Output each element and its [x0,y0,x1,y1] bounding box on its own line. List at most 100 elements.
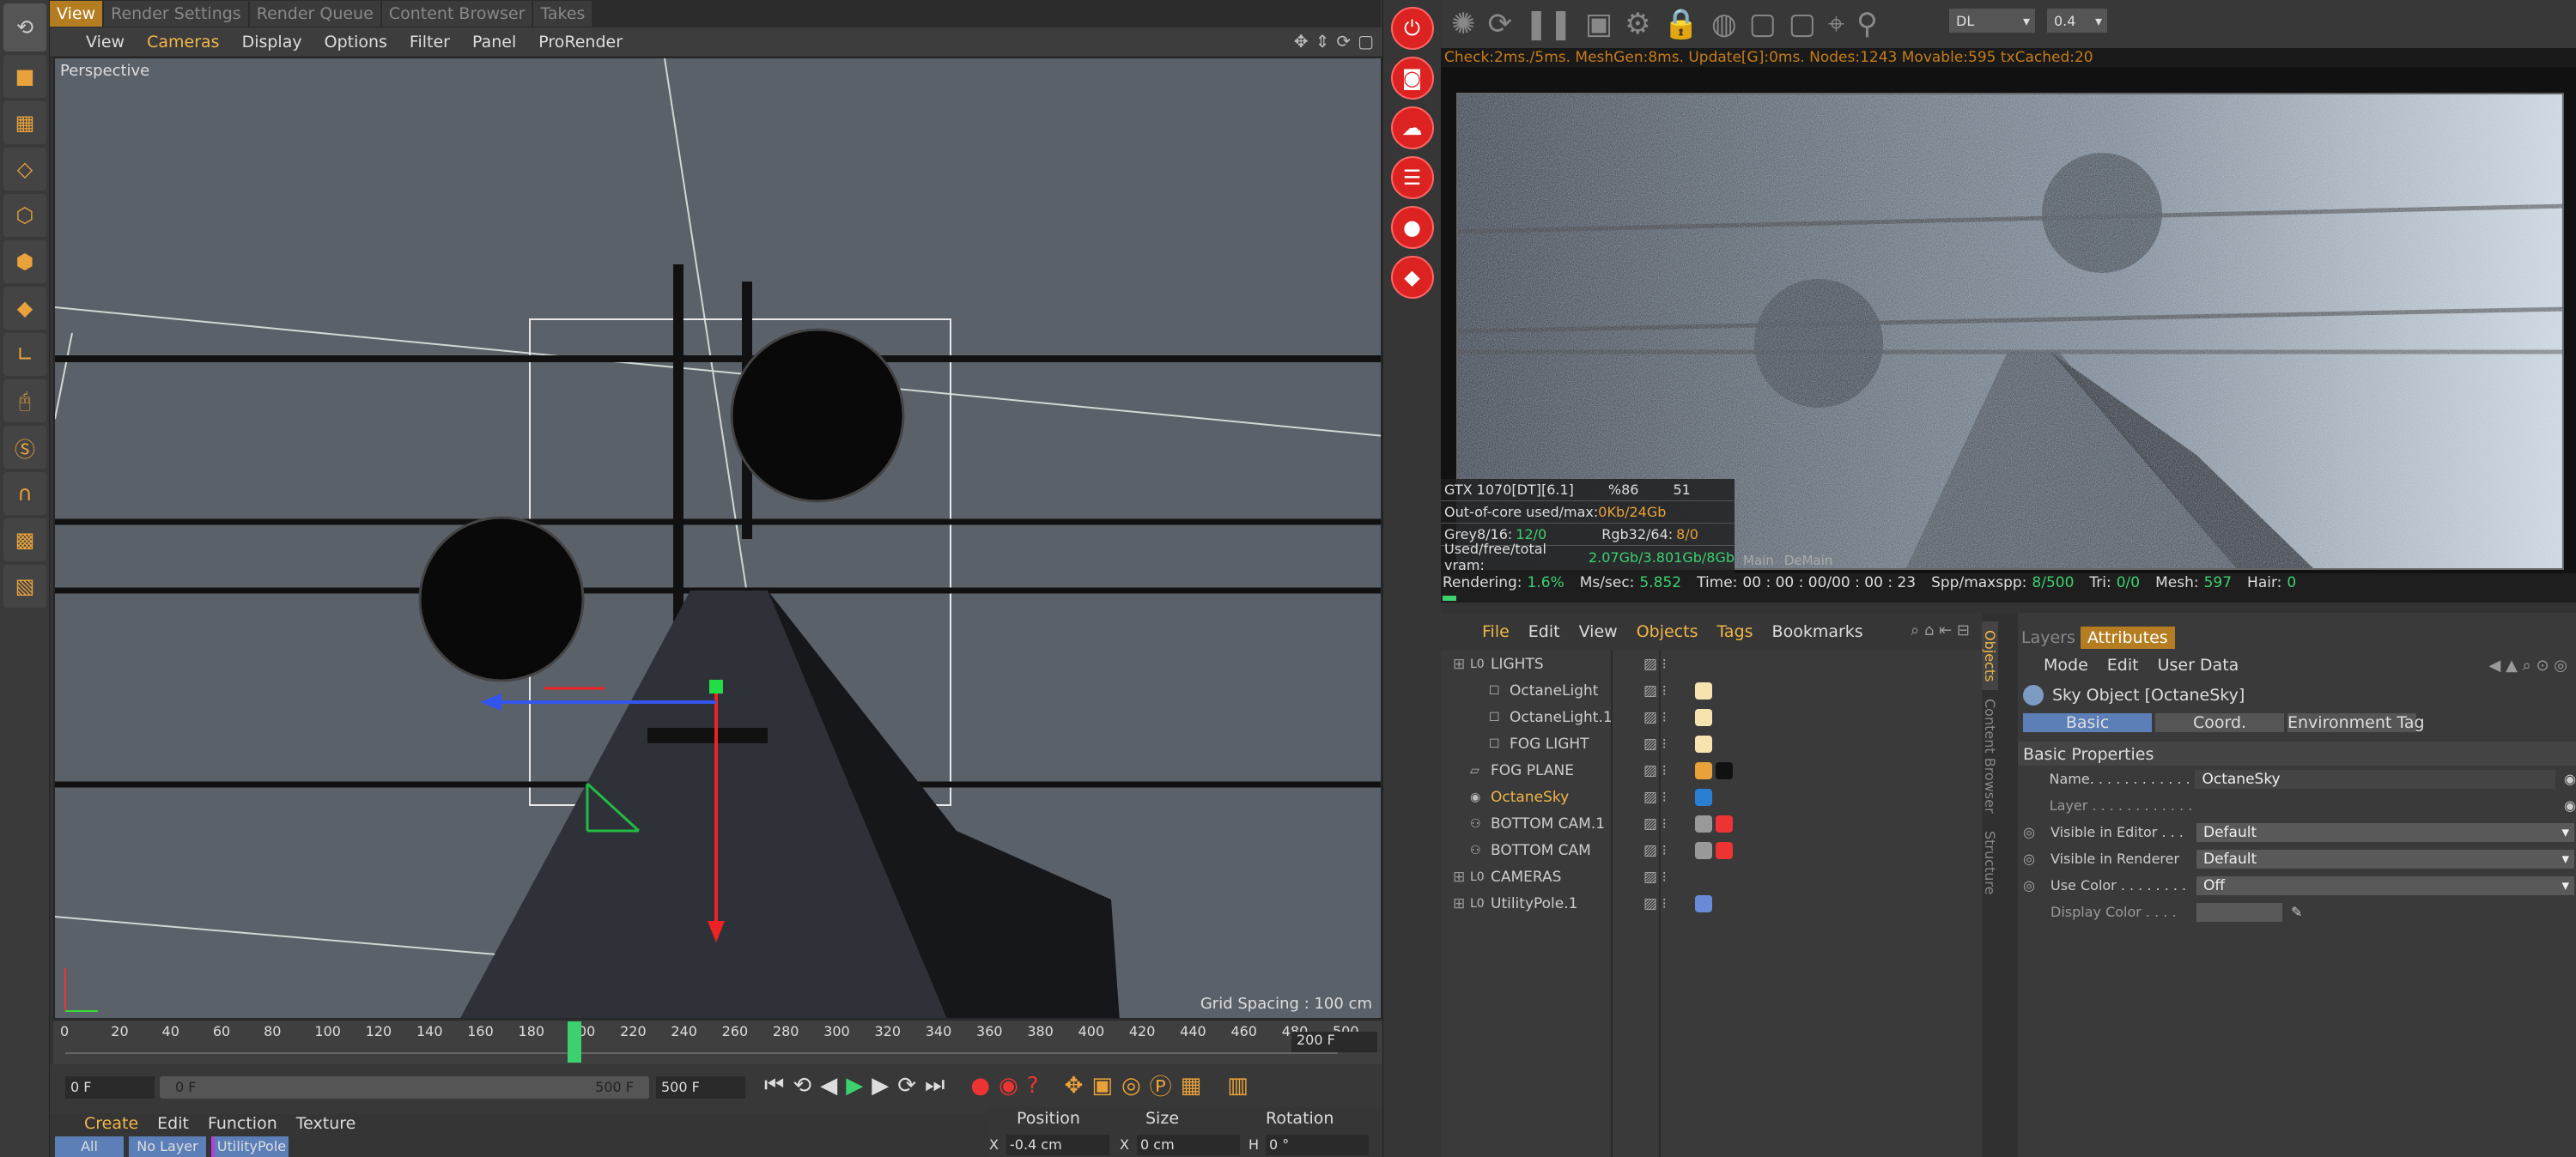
visibility-toggle-icon[interactable]: ▨ ⁝ [1643,842,1692,859]
visibility-toggle-icon[interactable]: ▨ ⁝ [1643,709,1692,726]
play-icon[interactable]: ▶ [846,1073,863,1099]
tab-render-settings[interactable]: Render Settings [104,1,248,27]
points-mode-icon[interactable]: ⬡ [3,194,46,237]
mat-menu-texture[interactable]: Texture [296,1114,356,1133]
object-name[interactable]: BOTTOM CAM.1 [1491,815,1637,833]
goto-end-icon[interactable]: ⏭ [925,1072,945,1099]
visibility-toggle-icon[interactable]: ▨ ⁝ [1643,682,1692,700]
prev-key-icon[interactable]: ⟲ [793,1073,811,1099]
expand-icon[interactable]: ⊞ [1453,656,1470,673]
menu-display[interactable]: Display [242,33,302,51]
light-tag-icon[interactable] [1695,708,1712,726]
subtab-coord[interactable]: Coord. [2155,713,2284,732]
visibility-toggle-icon[interactable]: ▨ ⁝ [1643,789,1692,806]
object-name[interactable]: OctaneSky [1491,789,1637,806]
coord-size-x-field[interactable]: 0 cm [1137,1135,1240,1155]
mat-menu-create[interactable]: Create [84,1114,138,1133]
object-row[interactable]: ☐ OctaneLight ▨ ⁝ [1443,677,1982,704]
pick-icon[interactable]: ◉ [2564,797,2576,814]
phong-tag-icon[interactable] [1695,841,1712,859]
zoom-view-icon[interactable]: ⇕ [1315,31,1330,51]
region-icon[interactable]: ▣ [1585,7,1613,41]
obj-menu-edit[interactable]: Edit [1528,622,1560,641]
cloud-icon[interactable]: ☁ [1390,106,1434,149]
menu-filter[interactable]: Filter [410,33,450,51]
menu-options[interactable]: Options [325,33,387,51]
visibility-toggle-icon[interactable]: ▨ ⁝ [1643,869,1692,886]
attribute-value-select[interactable]: Off ▾ [2196,875,2574,895]
prev-frame-icon[interactable]: ◀ [820,1073,837,1099]
object-name[interactable]: LIGHTS [1491,656,1637,673]
object-row[interactable]: ☐ FOG LIGHT ▨ ⁝ [1443,730,1982,757]
object-name[interactable]: BOTTOM CAM [1491,842,1637,859]
lock-icon[interactable]: 🔒 [1663,7,1699,41]
object-row[interactable]: ⊞ L0 CAMERAS ▨ ⁝ [1443,863,1982,890]
film-icon[interactable]: ▢ [1789,7,1816,41]
lv-tab-main[interactable]: Main [1743,553,1774,568]
axis-icon[interactable]: ∟ [3,333,46,376]
animate-icon[interactable]: ◎ [2023,824,2050,840]
object-name[interactable]: FOG PLANE [1491,762,1637,779]
focus-pick-icon[interactable]: ⌖ [1828,7,1844,41]
reset-icon[interactable]: ✺ [1451,7,1476,41]
rotate-view-icon[interactable]: ⟳ [1336,31,1351,51]
attribute-value-select[interactable]: Default ▾ [2196,849,2574,869]
tab-layers[interactable]: Layers [2021,628,2075,647]
list-icon[interactable]: ☰ [1390,156,1434,199]
filter-utilitypole[interactable]: UtilityPole [211,1136,289,1157]
next-key-icon[interactable]: ⟳ [897,1073,916,1099]
visibility-toggle-icon[interactable]: ▨ ⁝ [1643,895,1692,912]
obj-menu-view[interactable]: View [1579,622,1618,641]
object-name[interactable]: OctaneLight [1510,682,1637,700]
key-scale-icon[interactable]: ▣ [1091,1073,1113,1099]
search-icon[interactable]: ⌕ ⌂ ⇤ ⊟ [1911,621,1970,639]
tab-attributes[interactable]: Attributes [2080,627,2175,649]
texture-tag-icon[interactable] [1695,761,1712,779]
kernel-select[interactable]: DL ▾ [1949,9,2035,33]
magnet-icon[interactable]: ∩ [3,472,46,515]
toggle-view-icon[interactable]: ▢ [1358,31,1374,51]
menu-prorender[interactable]: ProRender [538,33,623,51]
end-frame-field[interactable]: 500 F [656,1076,745,1099]
plane-icon[interactable]: ◇ [3,148,46,191]
pick-icon[interactable]: ◉ [2564,771,2576,787]
mat-menu-edit[interactable]: Edit [157,1114,189,1133]
filter-all[interactable]: All [55,1136,124,1157]
object-name[interactable]: UtilityPole.1 [1491,895,1637,912]
object-row[interactable]: ▱ FOG PLANE ▨ ⁝ [1443,757,1982,784]
object-row[interactable]: ⊞ L0 UtilityPole.1 ▨ ⁝ [1443,890,1982,917]
checker-icon[interactable]: ▦ [3,101,46,144]
autokey-icon[interactable]: ◉ [999,1073,1018,1099]
sphere-icon[interactable]: ◍ [1711,7,1737,41]
playhead[interactable] [567,1021,581,1063]
mouse-icon[interactable]: 🖰 [3,379,46,422]
material-tag-icon[interactable] [1716,761,1733,779]
attribute-value-layer[interactable] [2192,796,2556,815]
workplane-icon[interactable]: ▧ [3,565,46,608]
object-name[interactable]: OctaneLight.1 [1510,709,1637,726]
goto-start-icon[interactable]: ⏮ [764,1072,784,1099]
attribute-value-color[interactable] [2196,902,2282,922]
menu-panel[interactable]: Panel [472,33,516,51]
side-tab-content-browser[interactable]: Content Browser [1982,690,1998,822]
restart-icon[interactable]: ⟳ [1488,7,1513,41]
snap-icon[interactable]: Ⓢ [3,426,46,469]
subtab-environment-tag[interactable]: Environment Tag [2287,713,2425,732]
key-rotation-icon[interactable]: ◎ [1121,1073,1141,1099]
object-row[interactable]: ⚇ BOTTOM CAM.1 ▨ ⁝ [1443,810,1982,837]
pin-icon[interactable]: ⚲ [1856,7,1878,41]
tab-takes[interactable]: Takes [533,1,592,27]
edges-mode-icon[interactable]: ⬢ [3,240,46,283]
environment-tag-icon[interactable] [1695,788,1712,806]
value-select[interactable]: 0.4 ▾ [2047,9,2107,33]
viewport-perspective[interactable]: Perspective Grid Spacing : 100 cm [53,57,1382,1020]
tab-view[interactable]: View [50,1,103,27]
keyframe-selection-icon[interactable]: ? [1027,1073,1039,1099]
object-row[interactable]: ⊞ L0 LIGHTS ▨ ⁝ [1443,651,1982,677]
coord-position-x-field[interactable]: -0.4 cm [1006,1135,1109,1155]
camera-tag-icon[interactable] [1716,841,1733,859]
subtab-basic[interactable]: Basic [2023,713,2152,732]
object-row[interactable]: ◉ OctaneSky ▨ ⁝ [1443,784,1982,810]
polygon-tag-icon[interactable] [1695,894,1712,912]
obj-menu-objects[interactable]: Objects [1637,622,1698,641]
